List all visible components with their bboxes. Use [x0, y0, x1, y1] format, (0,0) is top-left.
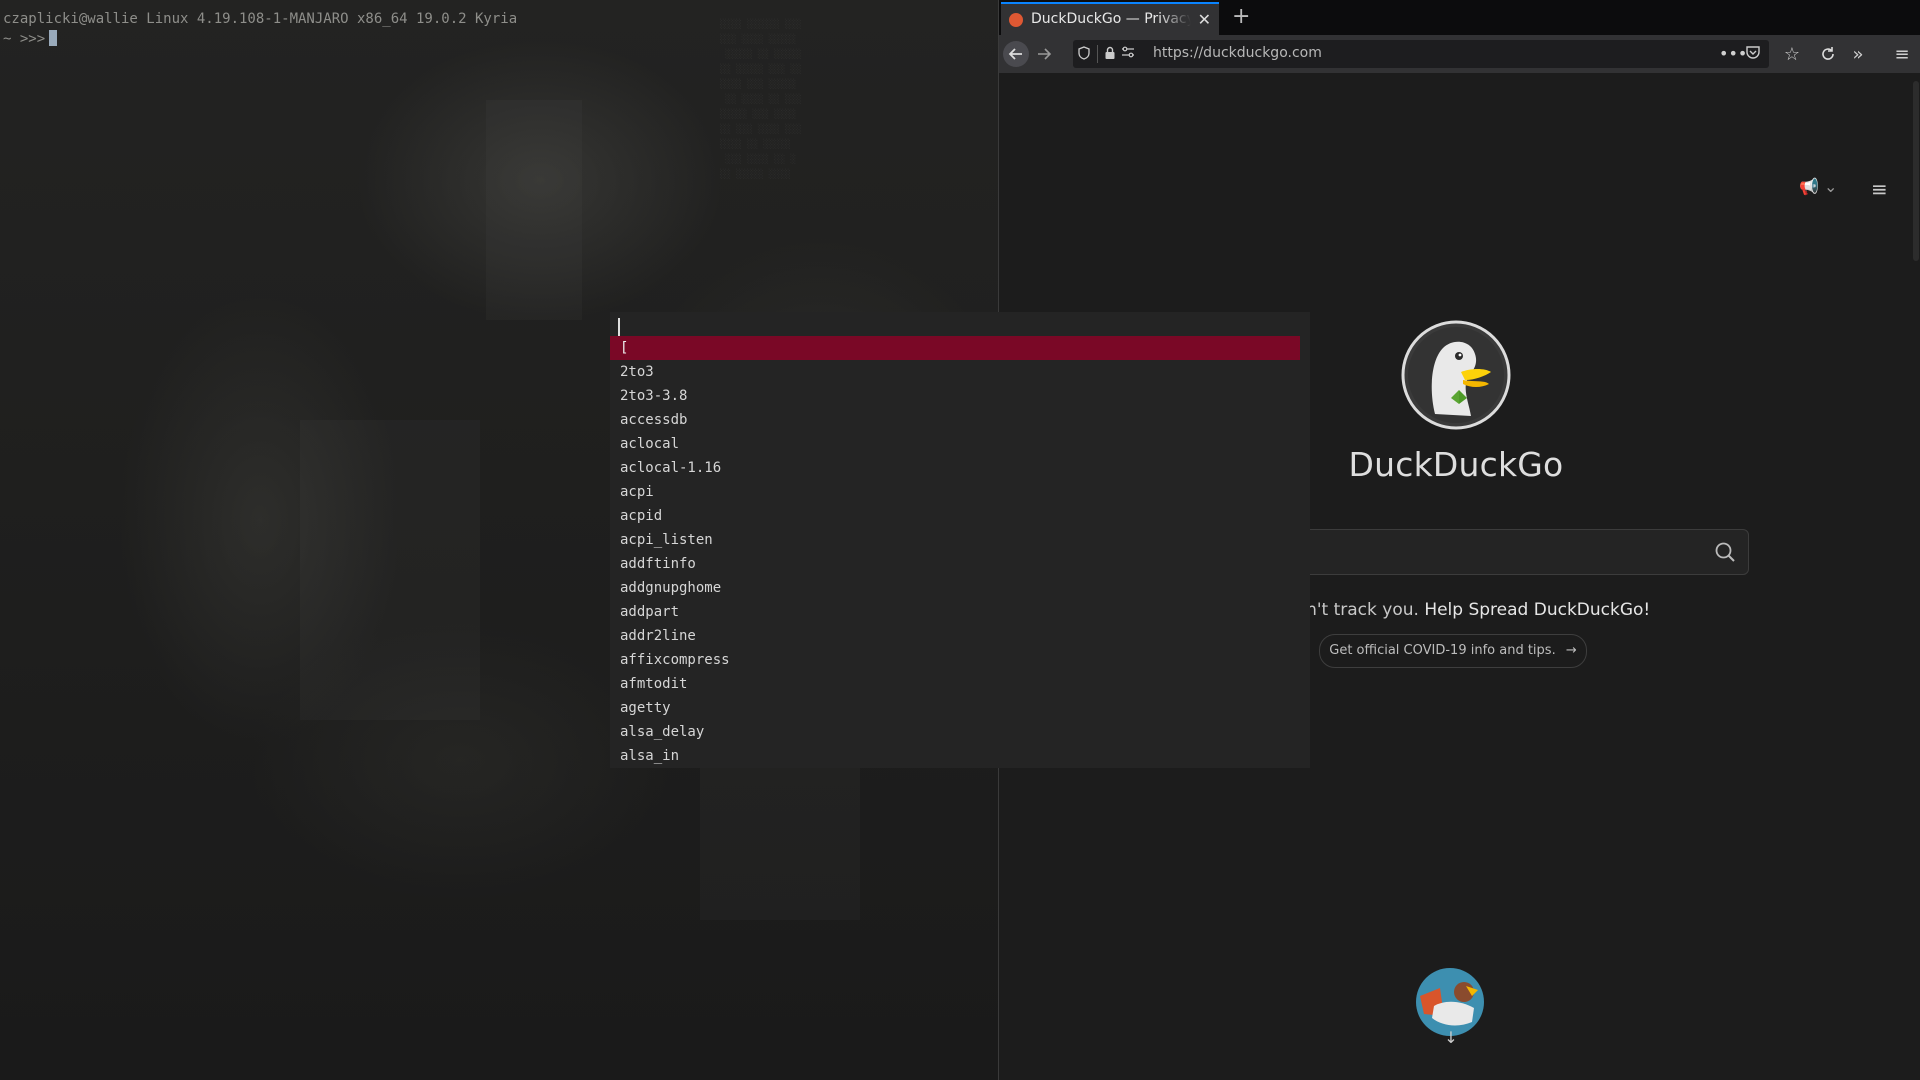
url-bar[interactable]: https://duckduckgo.com •••	[1073, 40, 1769, 68]
launcher-results-list: [2to3 2to3-3.8 accessdb aclocal aclocal-1.16…	[610, 336, 1310, 768]
launcher-item[interactable]: accessdb	[610, 408, 1310, 432]
terminal-header-line: czaplicki@wallie Linux 4.19.108-1-MANJAR…	[3, 11, 518, 27]
launcher-item[interactable]: addgnupghome	[610, 576, 1310, 600]
terminal-cursor	[49, 30, 58, 46]
launcher-item-selected[interactable]: [	[610, 336, 1300, 360]
search-icon[interactable]	[1714, 541, 1736, 563]
brand-wordmark: DuckDuckGo	[1348, 445, 1564, 484]
back-icon[interactable]	[1003, 41, 1029, 67]
back-arrow-icon	[1008, 48, 1022, 60]
launcher-item[interactable]: 2to3-3.8	[610, 384, 1310, 408]
launcher-item[interactable]: addftinfo	[610, 552, 1310, 576]
overflow-chevron-icon[interactable]: »	[1845, 41, 1871, 67]
wallpaper-shape	[486, 100, 582, 320]
launcher-item[interactable]: aclocal-1.16	[610, 456, 1310, 480]
duckduckgo-favicon-icon	[1009, 13, 1023, 27]
hamburger-menu-icon[interactable]: ≡	[1889, 41, 1915, 67]
launcher-item[interactable]: affixcompress	[610, 648, 1310, 672]
launcher-item[interactable]: alsa_in	[610, 744, 1310, 768]
launcher-item[interactable]: acpi	[610, 480, 1310, 504]
scrollbar[interactable]	[1913, 81, 1919, 261]
launcher-item[interactable]: agetty	[610, 696, 1310, 720]
close-tab-icon[interactable]: ✕	[1198, 10, 1211, 29]
covid-info-button[interactable]: Get official COVID-19 info and tips. →	[1319, 634, 1587, 668]
launcher-item[interactable]: acpi_listen	[610, 528, 1310, 552]
launcher-item[interactable]: 2to3	[610, 360, 1310, 384]
text-caret	[618, 318, 620, 336]
launcher-item[interactable]: addr2line	[610, 624, 1310, 648]
covid-info-label: Get official COVID-19 info and tips.	[1329, 643, 1556, 658]
forward-icon[interactable]	[1031, 41, 1057, 67]
launcher-item[interactable]: aclocal	[610, 432, 1310, 456]
url-separator	[1097, 45, 1098, 63]
permissions-icon[interactable]	[1121, 46, 1135, 60]
app-launcher[interactable]: [2to3 2to3-3.8 accessdb aclocal aclocal-1.16…	[610, 312, 1310, 768]
scroll-down-icon[interactable]: ↓	[1439, 1028, 1463, 1052]
megaphone-icon[interactable]: 📢 ⌄	[1799, 177, 1837, 196]
tab-duckduckgo[interactable]: DuckDuckGo — Privacy, simplified. ✕	[1001, 2, 1219, 35]
bookmark-star-icon[interactable]: ☆	[1779, 41, 1805, 67]
navigation-toolbar: https://duckduckgo.com ••• ☆ » ≡	[999, 35, 1920, 73]
wallpaper-texture: ░░░░ ░░░░░░ ░░░ ░░░ ░░░░ ░░░░░ ░░░░░ ░░ …	[720, 20, 802, 180]
launcher-item[interactable]: acpid	[610, 504, 1310, 528]
help-spread-link[interactable]: Help Spread DuckDuckGo!	[1424, 600, 1650, 620]
launcher-item[interactable]: alsa_delay	[610, 720, 1310, 744]
tracking-shield-icon[interactable]	[1077, 46, 1091, 60]
launcher-item[interactable]: afmtodit	[610, 672, 1310, 696]
arrow-right-icon: →	[1565, 643, 1577, 658]
duckduckgo-logo-icon	[1401, 320, 1511, 430]
forward-arrow-icon	[1038, 48, 1052, 60]
terminal-prompt-line[interactable]: ~ >>>	[3, 30, 58, 47]
reload-icon[interactable]	[1815, 41, 1841, 67]
launcher-item[interactable]: addpart	[610, 600, 1310, 624]
wallpaper-shape	[300, 420, 480, 720]
launcher-search-input[interactable]	[618, 316, 1298, 336]
pocket-icon[interactable]	[1745, 44, 1761, 64]
tab-title: DuckDuckGo — Privacy, simplified.	[1031, 11, 1191, 27]
tab-bar: DuckDuckGo — Privacy, simplified. ✕ +	[999, 0, 1920, 35]
new-tab-button[interactable]: +	[1232, 4, 1250, 29]
url-text: https://duckduckgo.com	[1153, 45, 1322, 61]
page-actions-icon[interactable]: •••	[1719, 44, 1747, 63]
site-menu-icon[interactable]: ≡	[1871, 177, 1888, 201]
lock-icon[interactable]	[1103, 46, 1117, 60]
terminal-prompt: ~ >>>	[3, 31, 46, 47]
